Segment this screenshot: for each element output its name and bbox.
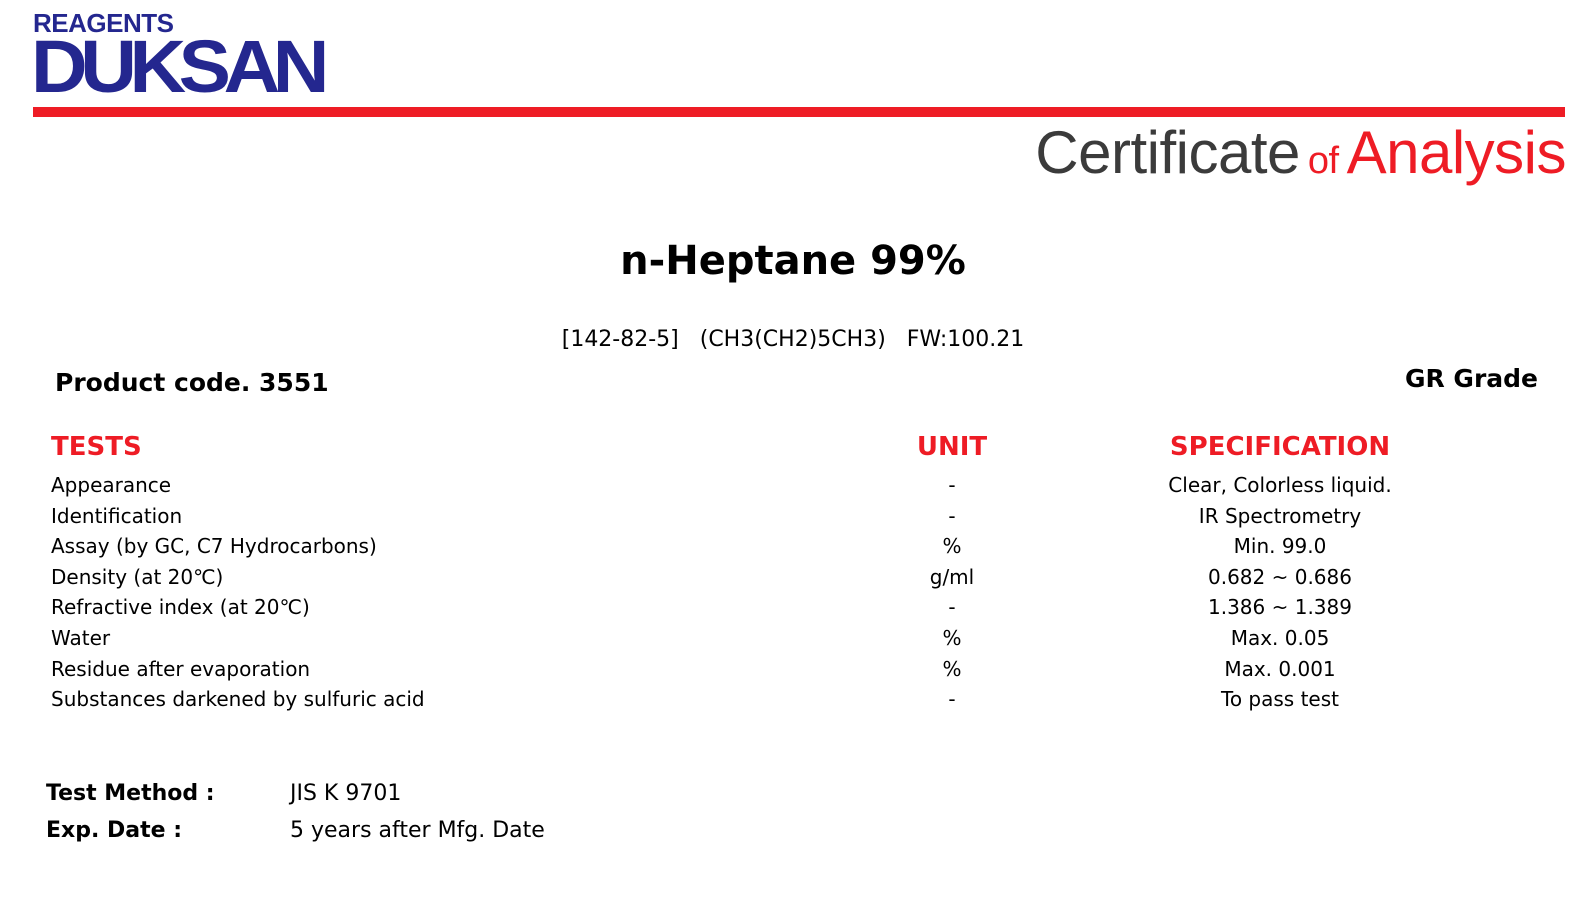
test-spec: 1.386 ~ 1.389 — [1208, 595, 1352, 620]
table-row: Refractive index (at 20℃) - 1.386 ~ 1.38… — [0, 592, 1586, 623]
product-name: n-Heptane 99% — [620, 238, 966, 284]
table-row: Density (at 20℃) g/ml 0.682 ~ 0.686 — [0, 562, 1586, 593]
test-name: Residue after evaporation — [51, 656, 311, 681]
test-name: Substances darkened by sulfuric acid — [51, 687, 425, 712]
test-name: Appearance — [51, 473, 172, 497]
title-certificate: Certificate — [1035, 119, 1300, 186]
test-name: Identification — [51, 503, 183, 528]
header-divider — [33, 107, 1565, 117]
test-spec: Max. 0.05 — [1230, 625, 1330, 650]
header-tests: TESTS — [51, 432, 142, 462]
test-name: Assay (by GC, C7 Hydrocarbons) — [51, 534, 377, 559]
test-unit: - — [948, 595, 956, 620]
test-spec: IR Spectrometry — [1198, 503, 1362, 528]
title-of: of — [1307, 140, 1339, 182]
test-spec: Max. 0.001 — [1224, 656, 1336, 681]
exp-date-value: 5 years after Mfg. Date — [290, 818, 545, 843]
test-unit: - — [948, 473, 956, 497]
table-row: Residue after evaporation % Max. 0.001 — [0, 654, 1586, 685]
logo-duksan: DUKSAN — [31, 25, 329, 108]
product-formula: [142-82-5] (CH3(CH2)5CH3) FW:100.21 — [561, 327, 1025, 352]
test-name: Density (at 20℃) — [51, 564, 224, 589]
test-unit: - — [948, 687, 956, 712]
test-method-label: Test Method : — [46, 781, 215, 806]
header-unit: UNIT — [916, 432, 988, 462]
test-method-value: JIS K 9701 — [290, 781, 402, 806]
header-specification: SPECIFICATION — [1169, 432, 1391, 462]
test-unit: % — [942, 656, 962, 681]
test-unit: % — [942, 625, 962, 650]
test-unit: g/ml — [929, 564, 975, 589]
test-unit: - — [948, 503, 956, 528]
table-row: Identification - IR Spectrometry — [0, 501, 1586, 532]
test-spec: Min. 99.0 — [1233, 534, 1327, 559]
test-name: Refractive index (at 20℃) — [51, 595, 310, 620]
test-spec: Clear, Colorless liquid. — [1168, 473, 1392, 497]
test-spec: 0.682 ~ 0.686 — [1208, 564, 1352, 589]
test-spec: To pass test — [1221, 687, 1339, 712]
product-code: Product code. 3551 — [55, 368, 329, 397]
table-row: Water % Max. 0.05 — [0, 623, 1586, 654]
document-title: Certificate of Analysis — [1035, 120, 1566, 194]
product-grade: GR Grade — [1404, 364, 1538, 393]
test-name: Water — [51, 625, 111, 650]
test-unit: % — [942, 534, 962, 559]
title-analysis: Analysis — [1346, 119, 1567, 186]
spec-table: Appearance - Clear, Colorless liquid. Id… — [0, 470, 1586, 715]
table-row: Assay (by GC, C7 Hydrocarbons) % Min. 99… — [0, 531, 1586, 562]
table-row: Appearance - Clear, Colorless liquid. — [0, 470, 1586, 501]
table-row: Substances darkened by sulfuric acid - T… — [0, 684, 1586, 715]
exp-date-label: Exp. Date : — [46, 818, 182, 843]
